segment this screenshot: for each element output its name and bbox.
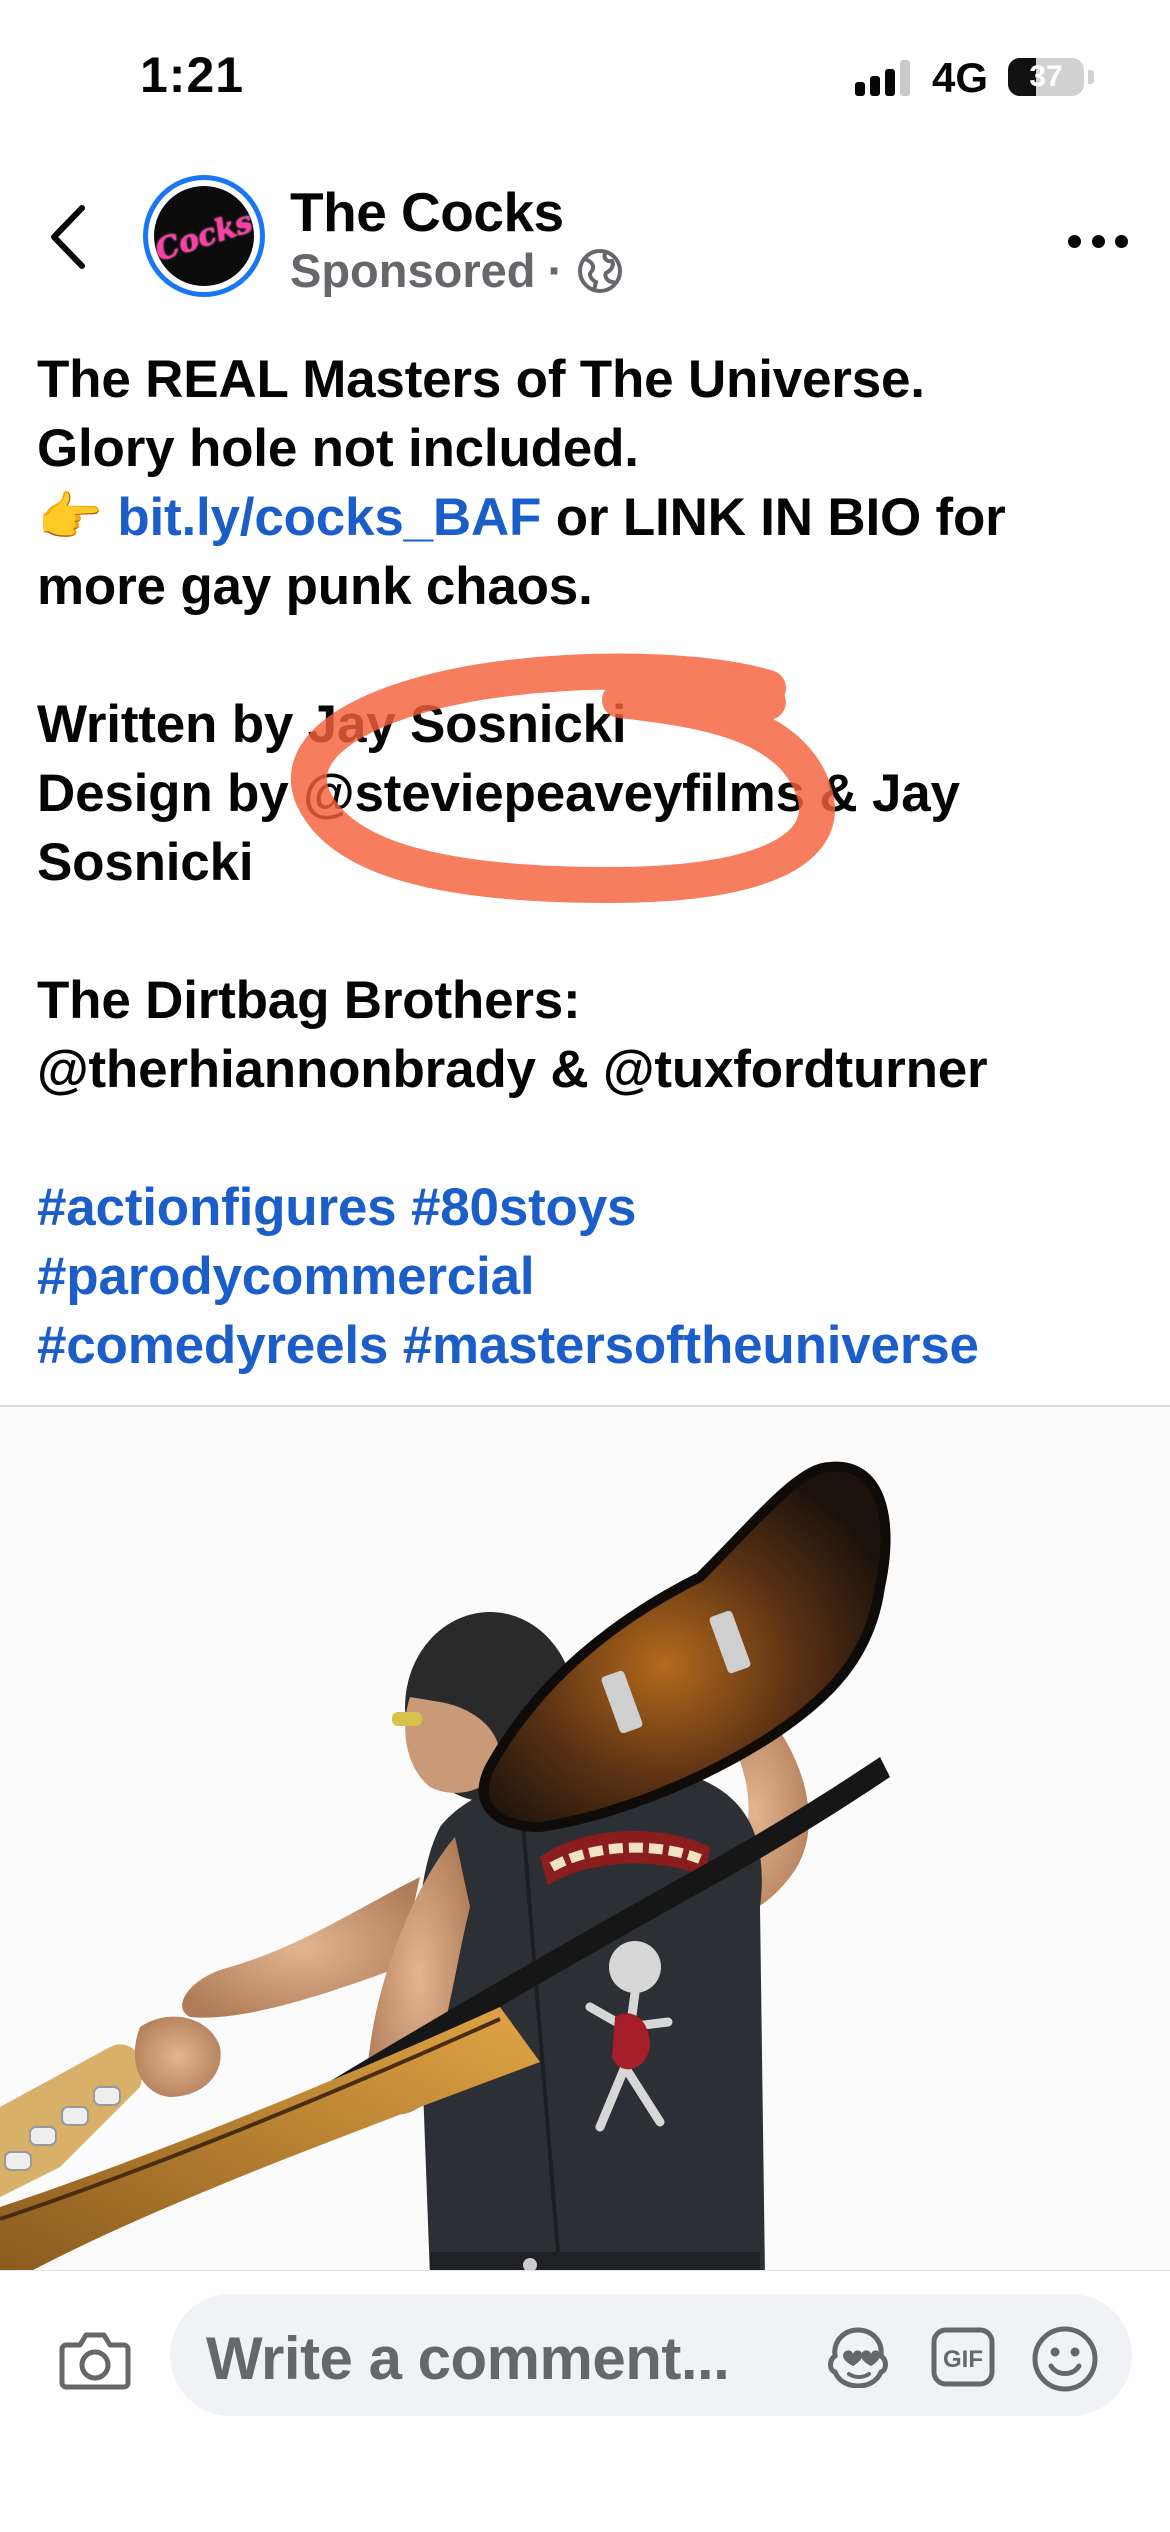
- written-by-line: Written by Jay Sosnicki: [37, 695, 627, 754]
- battery-tip: [1088, 70, 1094, 84]
- back-button[interactable]: [40, 200, 100, 275]
- avatar-logo: Cocks: [151, 203, 257, 269]
- caption-line: 👉 bit.ly/cocks_BAF or LINK IN BIO for: [37, 483, 1147, 552]
- gif-button[interactable]: GIF: [930, 2326, 996, 2388]
- dirtbag-names: @therhiannonbrady & @tuxfordturner: [37, 1040, 988, 1099]
- caption-line: more gay punk chaos.: [37, 557, 593, 616]
- camera-icon: [59, 2332, 131, 2390]
- design-by-line: Sosnicki: [37, 833, 254, 892]
- gif-icon: GIF: [931, 2327, 995, 2387]
- hashtag-link[interactable]: #parodycommercial: [37, 1247, 535, 1306]
- chevron-left-icon: [51, 205, 85, 269]
- post-header: Cocks The Cocks Sponsored ·: [0, 160, 1170, 310]
- post-caption: The REAL Masters of The Universe. Glory …: [37, 345, 1147, 1380]
- more-dot-icon: [1068, 234, 1081, 248]
- emoji-button[interactable]: [1030, 2324, 1100, 2394]
- hashtag-link[interactable]: #80stoys: [411, 1178, 636, 1237]
- more-dot-icon: [1091, 234, 1105, 248]
- hashtag-link[interactable]: #comedyreels: [37, 1316, 388, 1375]
- avatar-sticker-icon: [828, 2327, 888, 2389]
- avatar-sticker-button[interactable]: [825, 2326, 891, 2389]
- camera-button[interactable]: [58, 2323, 132, 2397]
- post-meta: Sponsored ·: [290, 243, 625, 298]
- post-media-image[interactable]: [0, 1405, 1170, 2275]
- battery-percent: 37: [1029, 60, 1063, 93]
- comment-bar: Write a comment... GIF: [0, 2270, 1170, 2532]
- status-time: 1:21: [140, 47, 245, 103]
- pointing-hand-icon: 👉: [37, 487, 103, 548]
- comment-placeholder: Write a comment...: [206, 2325, 730, 2392]
- caption-text: or LINK IN BIO for: [541, 488, 1006, 547]
- more-options-button[interactable]: [1068, 230, 1128, 252]
- status-bar: 1:21 4G 37: [0, 0, 1170, 150]
- smiley-icon: [1032, 2326, 1098, 2392]
- design-by-line: Design by @steviepeaveyfilms & Jay: [37, 764, 960, 823]
- page-avatar[interactable]: Cocks: [143, 175, 265, 297]
- caption-line: The REAL Masters of The Universe.: [37, 350, 925, 409]
- avatar-logo-badge: Cocks: [151, 186, 257, 286]
- signal-strength-icon: [855, 58, 913, 96]
- bitly-link[interactable]: bit.ly/cocks_BAF: [117, 488, 541, 547]
- sponsored-label[interactable]: Sponsored: [290, 243, 535, 298]
- dirtbag-title: The Dirtbag Brothers:: [37, 971, 581, 1030]
- network-type: 4G: [932, 54, 989, 101]
- hashtag-link[interactable]: #mastersoftheuniverse: [403, 1316, 979, 1375]
- more-dot-icon: [1115, 234, 1128, 248]
- action-figure-illustration: [0, 1407, 1170, 2275]
- caption-line: Glory hole not included.: [37, 419, 639, 478]
- hashtag-line: #comedyreels #mastersoftheuniverse: [37, 1311, 1147, 1380]
- battery-icon: 37: [1008, 58, 1084, 96]
- hashtag-link[interactable]: #actionfigures: [37, 1178, 397, 1237]
- gif-label: GIF: [943, 2346, 983, 2373]
- meta-separator: ·: [547, 244, 564, 297]
- globe-icon: [578, 248, 623, 293]
- hashtag-line: #actionfigures #80stoys: [37, 1173, 1147, 1242]
- hashtag-line: #parodycommercial: [37, 1242, 1147, 1311]
- page-name[interactable]: The Cocks: [290, 180, 564, 244]
- comment-input[interactable]: Write a comment... GIF: [170, 2294, 1132, 2416]
